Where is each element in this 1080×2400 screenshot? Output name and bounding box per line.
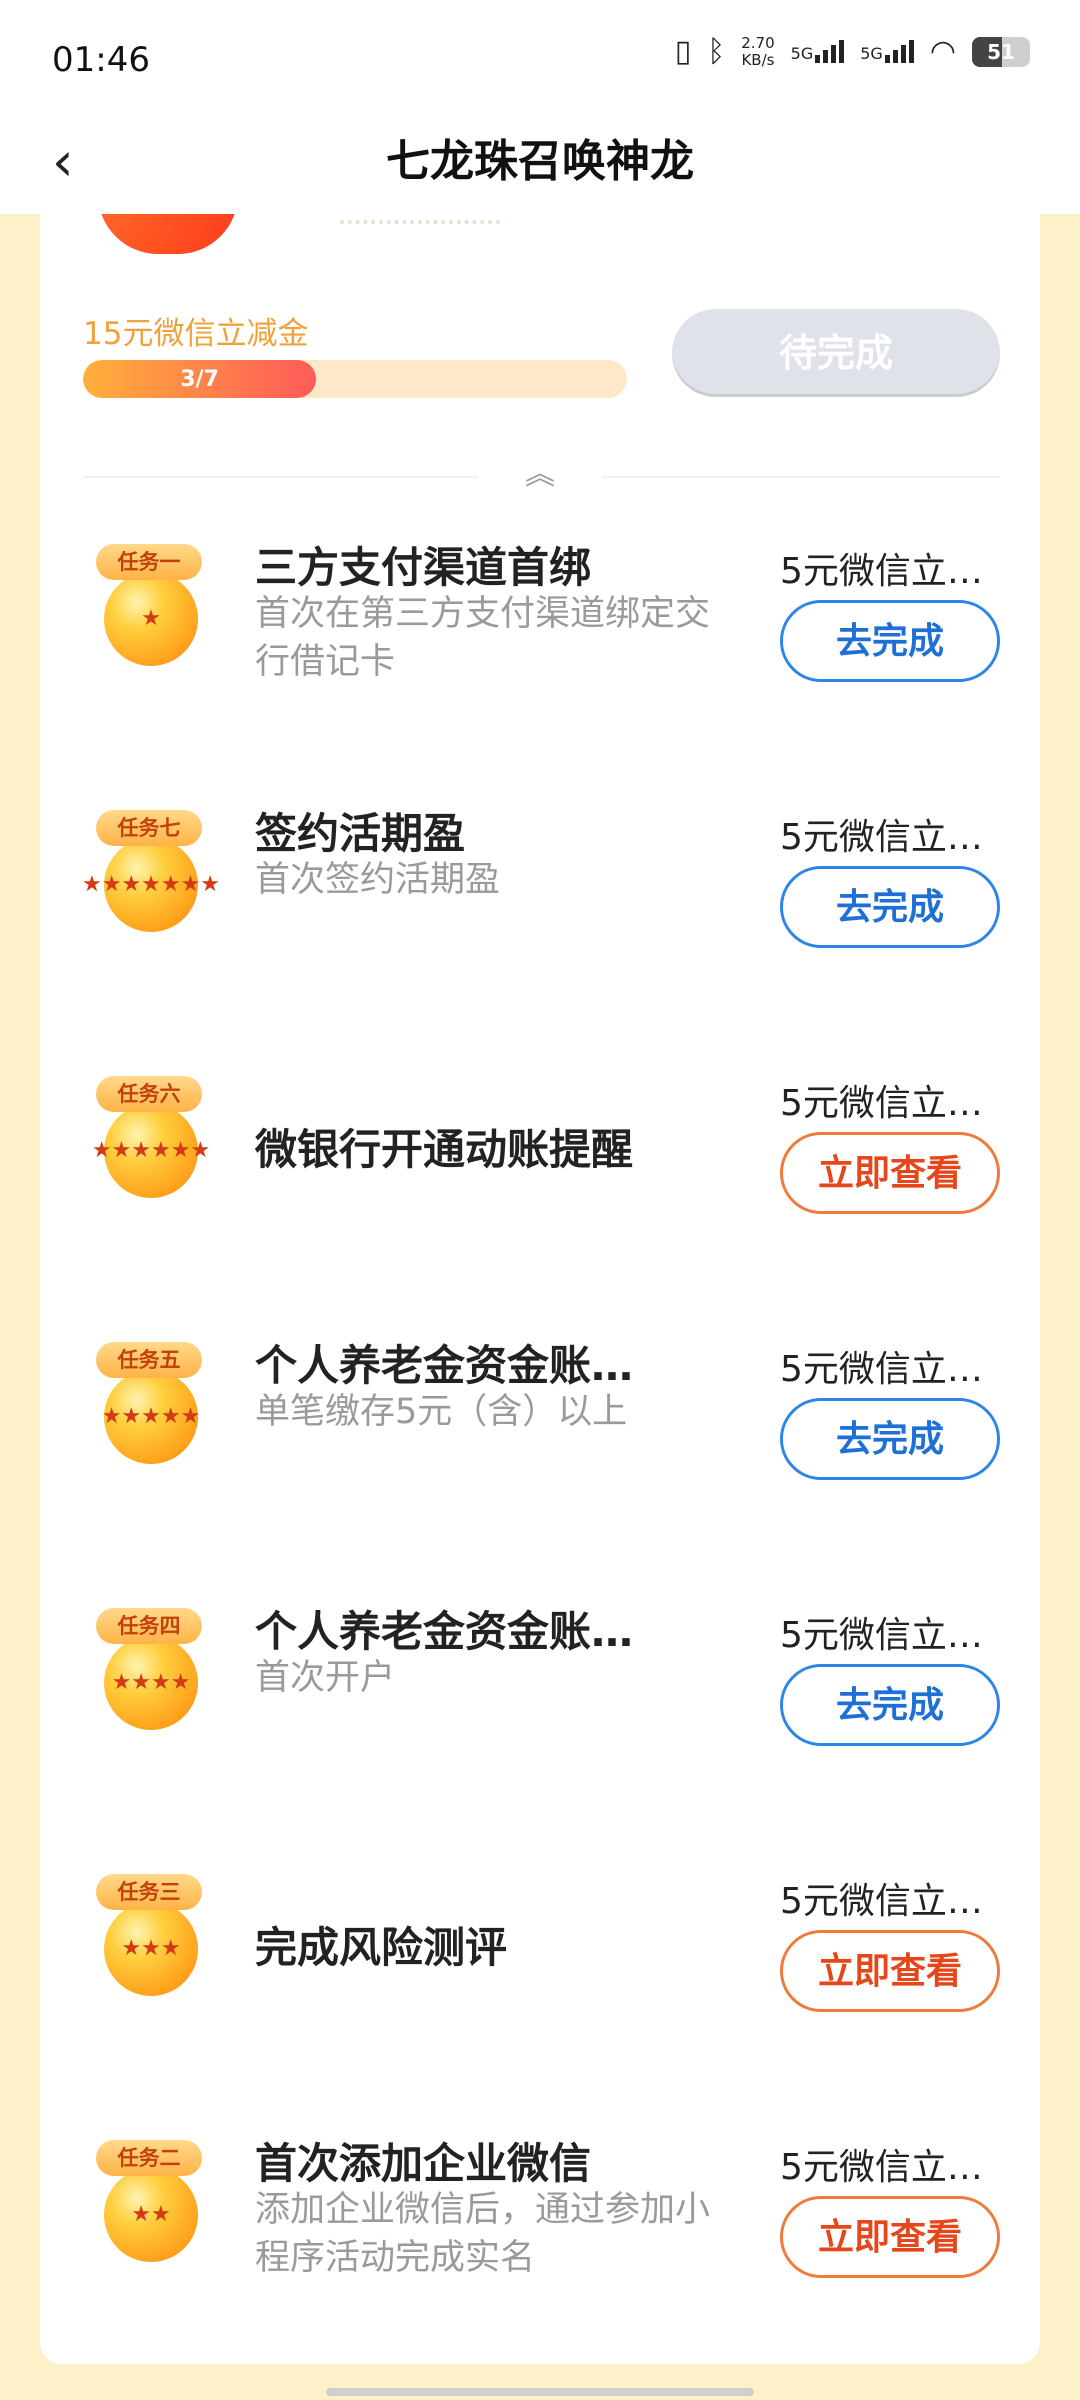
task-reward: 5元微信立… [780,1349,983,1390]
task-description: 添加企业微信后，通过参加小程序活动完成实名 [255,2190,711,2278]
task-row: 任务六 ★★★★★★ 微银行开通动账提醒 5元微信立… 立即查看 [40,1076,1040,1342]
bluetooth-icon: ᛒ [707,34,726,69]
task-reward: 5元微信立… [780,1881,983,1922]
task-action-button[interactable]: 去完成 [780,866,1000,948]
task-description: 单笔缴存5元（含）以上 [255,1392,628,1432]
battery-icon: 51 [972,36,1030,67]
task-action-button[interactable]: 立即查看 [780,1132,1000,1214]
page-title: 七龙珠召唤神龙 [386,136,694,187]
collapse-button[interactable]: ︽ [478,452,602,502]
double-chevron-up-icon: ︽ [525,457,555,492]
task-action-button[interactable]: 立即查看 [780,1930,1000,2012]
task-title: 签约活期盈 [255,809,466,858]
task-description: 首次签约活期盈 [255,860,501,900]
task-row: 任务四 ★★★★ 个人养老金资金账… 首次开户 5元微信立… 去完成 [40,1607,1040,1874]
task-reward: 5元微信立… [780,817,983,858]
task-title: 首次添加企业微信 [255,2139,592,2188]
pending-button[interactable]: 待完成 [672,309,1000,397]
status-bar: 01:46 ▯ ᛒ 2.70 KB/s 5G 5G ◠ 51 [0,0,1080,118]
task-description: 首次开户 [255,1658,396,1698]
dragon-ball-icon: ★★★★★★★ [82,838,220,932]
total-reward-label: 15元微信立减金 [83,316,309,352]
progress-text: 3/7 [180,367,219,392]
task-title: 个人养老金资金账… [255,1341,634,1390]
decorative-divider [340,214,500,224]
task-row: 任务三 ★★★ 完成风险测评 5元微信立… 立即查看 [40,1874,1040,2140]
home-indicator[interactable] [326,2388,754,2396]
task-reward: 5元微信立… [780,551,983,592]
task-reward: 5元微信立… [780,1615,983,1656]
status-time: 01:46 [52,40,150,80]
task-badge: 任务六 [96,1076,202,1112]
status-icons: ▯ ᛒ 2.70 KB/s 5G 5G ◠ 51 [675,34,1030,69]
dragon-ball-icon: ★★★ [104,1902,198,1996]
task-row: 任务一 ★ 三方支付渠道首绑 首次在第三方支付渠道绑定交行借记卡 5元微信立… … [40,543,1040,810]
network-speed-value: 2.70 [741,33,775,52]
task-badge: 任务三 [96,1874,202,1910]
task-description: 首次在第三方支付渠道绑定交行借记卡 [255,594,711,682]
task-badge: 任务五 [96,1342,202,1378]
nav-bar: ‹ 七龙珠召唤神龙 [0,118,1080,214]
sim2-label: 5G [860,44,883,63]
wifi-icon: ◠ [929,34,956,69]
task-reward: 5元微信立… [780,2147,983,2188]
network-speed: 2.70 KB/s [741,33,775,69]
task-badge: 任务二 [96,2140,202,2176]
dragon-ball-icon: ★ [104,572,198,666]
battery-level: 51 [987,39,1015,64]
task-action-button[interactable]: 去完成 [780,600,1000,682]
dragon-ball-icon: ★★ [104,2168,198,2262]
dragon-ball-icon: ★★★★★★ [92,1104,210,1198]
task-badge: 任务四 [96,1608,202,1644]
dragon-ball-icon: ★★★★★ [102,1370,200,1464]
signal-sim2-icon: 5G [860,40,914,63]
network-speed-unit: KB/s [741,50,775,69]
task-title: 个人养老金资金账… [255,1607,634,1656]
task-row: 任务七 ★★★★★★★ 签约活期盈 首次签约活期盈 5元微信立… 去完成 [40,809,1040,1076]
sim1-label: 5G [790,44,814,63]
task-action-button[interactable]: 去完成 [780,1664,1000,1746]
task-row: 任务五 ★★★★★ 个人养老金资金账… 单笔缴存5元（含）以上 5元微信立… 去… [40,1341,1040,1608]
task-title: 完成风险测评 [255,1923,508,1972]
progress-bar: 3/7 [83,360,627,398]
vibrate-icon: ▯ [674,34,692,69]
dragon-ball-icon: ★★★★ [104,1636,198,1730]
task-title: 微银行开通动账提醒 [255,1125,634,1174]
task-card: 15元微信立减金 3/7 待完成 ︽ 任务一 ★ 三方支付渠道首绑 首次在第三方… [40,214,1040,2364]
task-badge: 任务七 [96,810,202,846]
task-badge: 任务一 [96,544,202,580]
dragon-illustration [98,214,238,254]
task-action-button[interactable]: 立即查看 [780,2196,1000,2278]
task-action-button[interactable]: 去完成 [780,1398,1000,1480]
signal-sim1-icon: 5G [791,40,845,63]
task-row: 任务二 ★★ 首次添加企业微信 添加企业微信后，通过参加小程序活动完成实名 5元… [40,2139,1040,2364]
task-reward: 5元微信立… [780,1083,983,1124]
task-title: 三方支付渠道首绑 [255,543,592,592]
